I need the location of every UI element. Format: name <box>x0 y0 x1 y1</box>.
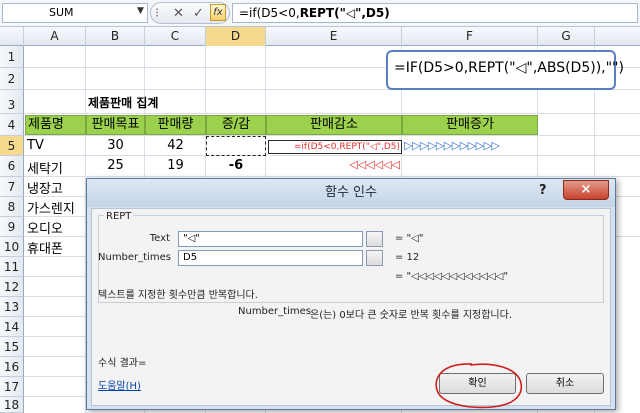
highlight-circle-icon <box>435 363 523 409</box>
gridline <box>24 296 86 297</box>
sheet-title: 제품판매 집계 <box>88 96 159 110</box>
formula-result: 수식 결과= <box>98 358 147 369</box>
header-product[interactable]: 제품명 <box>25 115 86 135</box>
grip-icon: ⁝ <box>155 6 160 21</box>
cell-a9[interactable]: 오디오 <box>27 218 63 237</box>
column-header-a[interactable]: A <box>24 27 86 46</box>
gridline <box>24 336 86 337</box>
row-header[interactable]: 11 <box>0 257 24 277</box>
cell-b6[interactable]: 25 <box>86 158 145 173</box>
row-header[interactable]: 4 <box>0 114 24 136</box>
cancel-icon[interactable]: ✕ <box>173 6 184 21</box>
row-header[interactable]: 17 <box>0 377 24 397</box>
cancel-button[interactable]: 취소 <box>526 373 604 394</box>
enter-icon[interactable]: ✓ <box>193 6 204 21</box>
row-header[interactable]: 14 <box>0 317 24 337</box>
gridline <box>24 276 86 277</box>
header-increase[interactable]: 판매증가 <box>402 115 538 135</box>
column-header-e[interactable]: E <box>266 27 402 46</box>
row-header[interactable]: 7 <box>0 177 24 197</box>
row-header[interactable]: 12 <box>0 277 24 297</box>
cell-b5[interactable]: 30 <box>86 138 145 153</box>
cell-f5[interactable]: ▷▷▷▷▷▷▷▷▷▷▷▷ <box>404 139 538 152</box>
formula-input[interactable]: =if(D5<0,REPT("◁",D5) <box>232 3 638 23</box>
row-header[interactable]: 16 <box>0 357 24 377</box>
collapse-dialog-icon[interactable] <box>366 231 383 247</box>
dialog-title[interactable]: 함수 인수 <box>87 179 615 207</box>
text-input[interactable]: "◁" <box>178 231 363 247</box>
row-header[interactable]: 5 <box>0 136 24 156</box>
cell-e6[interactable]: ◁◁◁◁◁◁ <box>266 158 400 171</box>
header-target[interactable]: 판매목표 <box>86 115 145 135</box>
insert-function-icon[interactable]: fx <box>210 4 226 21</box>
header-sales[interactable]: 판매량 <box>145 115 206 135</box>
cell-a6[interactable]: 세탁기 <box>27 158 63 177</box>
times-label: Number_times <box>98 252 171 263</box>
gridline <box>24 396 86 397</box>
column-headers: A B C D E F G <box>0 27 640 46</box>
row-header[interactable]: 18 <box>0 397 24 413</box>
row-header[interactable]: 13 <box>0 297 24 317</box>
times-result: = 12 <box>395 252 420 263</box>
row-header[interactable]: 3 <box>0 90 24 114</box>
chevron-down-icon[interactable]: ▼ <box>137 6 144 16</box>
name-box[interactable]: SUM <box>2 3 148 23</box>
gridline <box>24 376 86 377</box>
column-header-b[interactable]: B <box>86 27 145 46</box>
column-header-f[interactable]: F <box>402 27 538 46</box>
gridline <box>24 113 640 114</box>
row-header[interactable]: 1 <box>0 46 24 68</box>
formula-annotation: =IF(D5>0,REPT("◁",ABS(D5)),"") <box>386 50 624 90</box>
column-header-c[interactable]: C <box>145 27 206 46</box>
row-header[interactable]: 9 <box>0 217 24 237</box>
formula-bold: REPT("◁",D5) <box>299 6 390 20</box>
text-label: Text <box>149 233 170 244</box>
argument-name: Number_times <box>238 306 311 317</box>
gridline <box>24 356 86 357</box>
row-header[interactable]: 15 <box>0 337 24 357</box>
times-input[interactable]: D5 <box>178 250 363 266</box>
function-description: 텍스트를 지정한 횟수만큼 반복합니다. <box>98 290 258 301</box>
argument-description: 은(는) 0보다 큰 숫자로 반복 횟수를 지정합니다. <box>310 310 513 321</box>
help-link[interactable]: 도움말(H) <box>98 377 141 392</box>
gridline <box>24 176 640 177</box>
text-result: = "◁" <box>395 233 424 244</box>
cell-a8[interactable]: 가스렌지 <box>27 198 85 217</box>
cell-a5[interactable]: TV <box>27 138 44 153</box>
dialog-body: REPT Text "◁" = "◁" Number_times D5 = 12… <box>91 208 611 409</box>
row-header[interactable]: 10 <box>0 237 24 257</box>
gridline <box>24 135 640 136</box>
select-all[interactable] <box>0 27 24 46</box>
cell-d5[interactable] <box>206 136 266 156</box>
formula-plain: =if(D5<0, <box>239 6 300 20</box>
header-decrease[interactable]: 판매감소 <box>266 115 402 135</box>
row-header[interactable]: 8 <box>0 197 24 217</box>
column-header-d[interactable]: D <box>206 27 266 46</box>
column-header-g[interactable]: G <box>538 27 595 46</box>
close-button[interactable]: × <box>563 180 609 200</box>
row-header[interactable]: 2 <box>0 68 24 90</box>
gridline <box>24 316 86 317</box>
cell-a10[interactable]: 휴대폰 <box>27 238 63 257</box>
cell-d6[interactable]: -6 <box>206 158 266 173</box>
function-arguments-dialog: 함수 인수 ? × REPT Text "◁" = "◁" Number_tim… <box>86 178 616 410</box>
cell-c6[interactable]: 19 <box>145 158 206 173</box>
help-icon[interactable]: ? <box>539 183 547 198</box>
header-change[interactable]: 증/감 <box>206 115 266 135</box>
collapse-dialog-icon[interactable] <box>366 250 383 266</box>
cell-e5-editing[interactable]: =if(D5<0,REPT("◁",D5) <box>268 140 402 154</box>
function-name: REPT <box>104 211 134 222</box>
cell-c5[interactable]: 42 <box>145 138 206 153</box>
cell-a7[interactable]: 냉장고 <box>27 178 63 197</box>
row-header[interactable]: 6 <box>0 156 24 177</box>
result-preview: = "◁◁◁◁◁◁◁◁◁◁◁◁" <box>395 271 509 282</box>
gridline <box>24 155 640 156</box>
formula-bar: SUM ▼ ⁝ ✕ ✓ fx =if(D5<0,REPT("◁",D5) <box>0 0 640 27</box>
